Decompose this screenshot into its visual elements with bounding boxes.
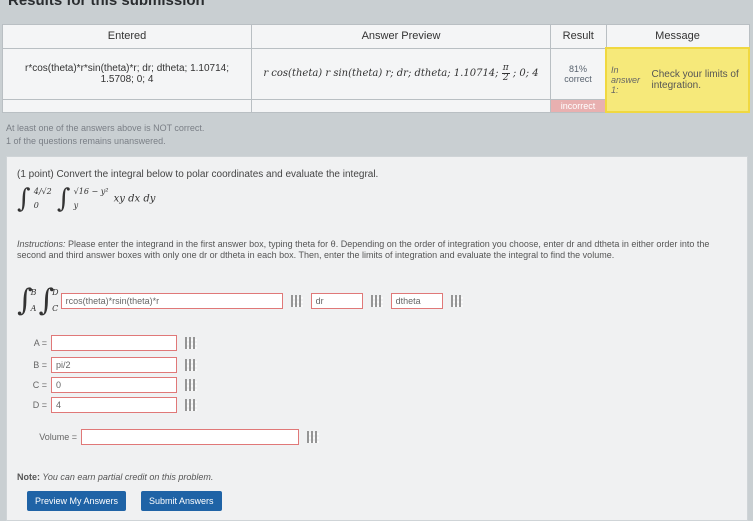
entered-cell: r*cos(theta)*r*sin(theta)*r; dr; dtheta;… — [2, 47, 252, 100]
limit-b-label: B = — [33, 360, 47, 370]
inner-limits: √16 − y² y — [74, 185, 109, 213]
second-differential-input[interactable]: dtheta — [390, 293, 443, 309]
limit-label-c: C — [52, 304, 59, 313]
given-integral: ∫ 4/√2 0 ∫ √16 − y² y xy dx dy — [17, 185, 155, 213]
volume-input[interactable] — [81, 429, 299, 445]
note-label: Note: — [17, 472, 40, 482]
limit-b-input[interactable]: pi/2 — [51, 357, 177, 373]
table-row: r*cos(theta)*r*sin(theta)*r; dr; dtheta;… — [2, 47, 750, 113]
outer-limit-labels: BA — [31, 285, 37, 317]
limit-b-row: B = pi/2 — [17, 357, 205, 373]
results-table: Entered Answer Preview Result Message r*… — [2, 24, 750, 113]
warning-not-correct: At least one of the answers above is NOT… — [6, 123, 205, 133]
col-answer-preview: Answer Preview — [251, 24, 551, 49]
limit-a-row: A = — [17, 335, 205, 351]
equation-editor-icon[interactable] — [185, 359, 197, 371]
result-cell: 81% correct — [550, 47, 607, 100]
problem-intro: (1 point) Convert the integral below to … — [17, 169, 379, 180]
limit-label-a: A — [30, 304, 37, 313]
results-header-row: Entered Answer Preview Result Message — [2, 24, 750, 49]
preview-right: ; 0; 4 — [512, 68, 539, 79]
instructions-text: Please enter the integrand in the first … — [17, 239, 710, 260]
note-text: You can earn partial credit on this prob… — [40, 472, 214, 482]
volume-label: Volume = — [39, 432, 77, 442]
limit-d-row: D = 4 — [17, 397, 205, 413]
col-message: Message — [605, 24, 750, 49]
outer-limits: 4/√2 0 — [34, 185, 52, 213]
equation-editor-icon[interactable] — [185, 379, 197, 391]
outer-upper-limit: 4/√2 — [33, 187, 52, 196]
equation-editor-icon[interactable] — [185, 337, 197, 349]
limit-d-input[interactable]: 4 — [51, 397, 177, 413]
limit-a-label: A = — [33, 338, 47, 348]
instructions: Instructions: Please enter the integrand… — [17, 239, 717, 261]
fraction-denominator: 2 — [502, 73, 509, 83]
results-heading: Results for this submission — [8, 0, 205, 9]
answer-preview-cell: r cos(theta) r sin(theta) r; dr; dtheta;… — [251, 47, 551, 100]
inner-lower-limit: y — [73, 201, 79, 210]
equation-editor-icon[interactable] — [185, 399, 197, 411]
limit-label-b: B — [30, 288, 37, 297]
answer-integral-row: ∫ BA ∫ DC rcos(theta)*rsin(theta)*r dr d… — [17, 285, 471, 317]
limit-label-d: D — [52, 288, 59, 297]
integrand-input[interactable]: rcos(theta)*rsin(theta)*r — [60, 293, 283, 309]
equation-editor-icon[interactable] — [290, 295, 303, 307]
incorrect-badge: incorrect — [550, 98, 607, 113]
equation-editor-icon[interactable] — [307, 431, 319, 443]
empty-cell — [2, 98, 252, 113]
integral-sign: ∫ — [17, 184, 31, 214]
message-text: Check your limits of integration. — [651, 69, 739, 91]
integral-sign: ∫ — [56, 184, 71, 214]
col-entered: Entered — [2, 24, 252, 49]
first-differential-input[interactable]: dr — [310, 293, 363, 309]
problem-panel: (1 point) Convert the integral below to … — [6, 156, 748, 521]
preview-fraction: π2 — [501, 64, 510, 83]
message-answer-ref: In answer 1: — [611, 65, 641, 95]
limit-c-row: C = 0 — [17, 377, 205, 393]
col-result: Result — [550, 24, 607, 49]
message-cell: In answer 1: Check your limits of integr… — [605, 47, 750, 113]
limit-c-label: C = — [32, 380, 47, 390]
integrand-text: xy dx dy — [113, 193, 156, 205]
limit-c-input[interactable]: 0 — [51, 377, 177, 393]
limit-d-label: D = — [32, 400, 47, 410]
warning-unanswered: 1 of the questions remains unanswered. — [6, 136, 166, 146]
preview-answers-button[interactable]: Preview My Answers — [27, 491, 127, 511]
submit-answers-button[interactable]: Submit Answers — [141, 491, 222, 511]
inner-upper-limit: √16 − y² — [73, 187, 109, 196]
equation-editor-icon[interactable] — [370, 295, 383, 307]
equation-editor-icon[interactable] — [450, 295, 463, 307]
limit-a-input[interactable] — [51, 335, 177, 351]
partial-credit-note: Note: You can earn partial credit on thi… — [17, 472, 213, 482]
volume-row: Volume = — [17, 429, 327, 445]
instructions-lead: Instructions: — [17, 239, 66, 249]
empty-cell — [251, 98, 551, 113]
inner-limit-labels: DC — [52, 285, 58, 317]
preview-left: r cos(theta) r sin(theta) r; dr; dtheta;… — [263, 68, 499, 79]
outer-lower-limit: 0 — [33, 201, 39, 210]
